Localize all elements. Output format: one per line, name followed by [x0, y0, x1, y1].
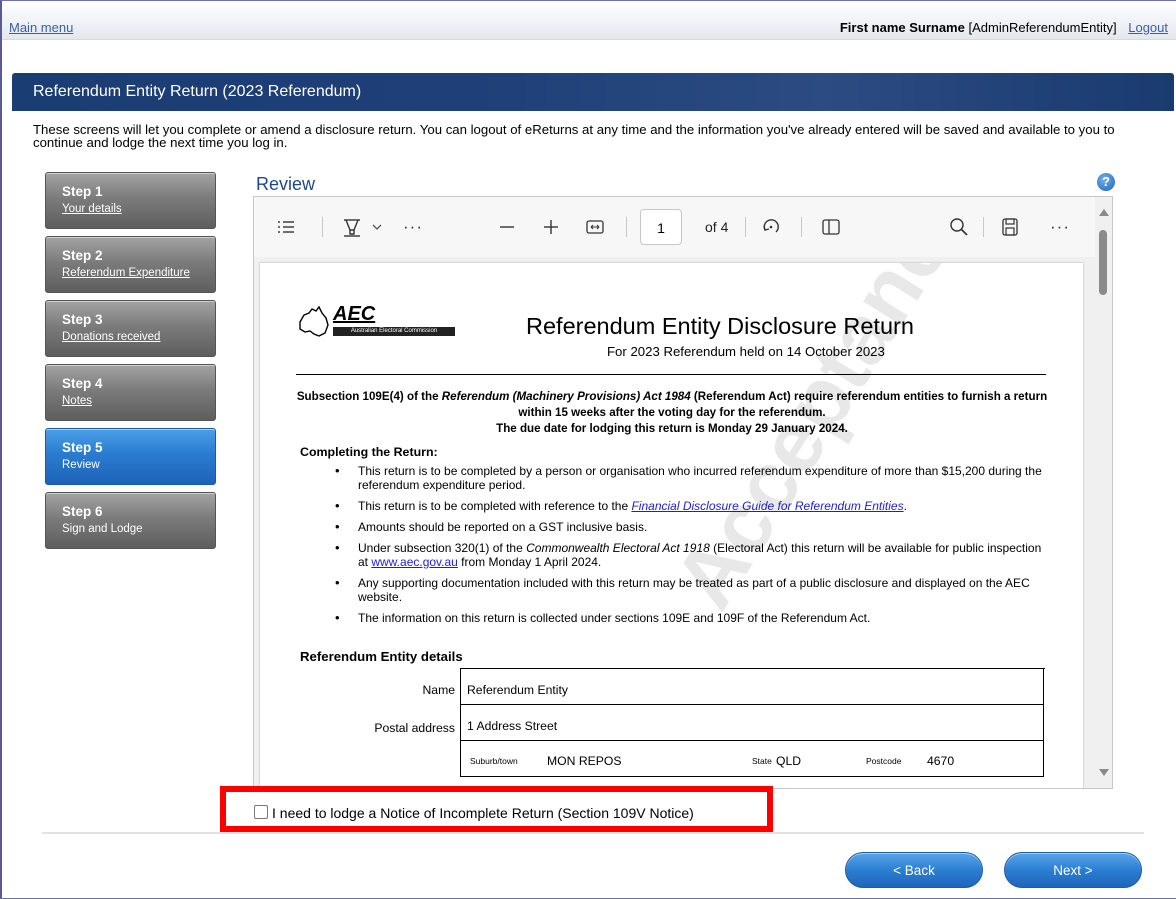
act-name: Referendum (Machinery Provisions) Act 19…: [441, 390, 691, 403]
pdf-page: AEC Australian Electoral Commission Refe…: [260, 263, 1083, 788]
more-icon[interactable]: ···: [402, 216, 424, 238]
main-menu-link[interactable]: Main menu: [9, 20, 73, 35]
toolbar-separator: [626, 217, 627, 237]
aec-website-link[interactable]: www.aec.gov.au: [371, 555, 458, 569]
page-number-input[interactable]: 1: [640, 209, 682, 245]
step-label: Review: [62, 459, 100, 471]
page-count: of 4: [705, 219, 729, 235]
step-title: Step 4: [62, 376, 103, 391]
toolbar-separator: [322, 217, 323, 237]
step-label[interactable]: Notes: [62, 395, 92, 407]
divider: [42, 832, 1144, 834]
fit-width-icon[interactable]: [585, 216, 605, 238]
divider: [296, 374, 1046, 375]
scroll-down-arrow[interactable]: [1099, 769, 1109, 776]
step-5-button[interactable]: Step 5 Review: [45, 428, 216, 485]
user-name: First name Surname: [839, 20, 965, 35]
step-title: Step 6: [62, 504, 103, 519]
viewer-scrollbar[interactable]: [1095, 197, 1112, 788]
save-icon[interactable]: [1000, 216, 1020, 238]
step-title: Step 3: [62, 312, 103, 327]
rotate-icon[interactable]: [760, 216, 782, 238]
step-title: Step 1: [62, 184, 103, 199]
name-label: Name: [422, 683, 455, 697]
toolbar-separator: [983, 217, 984, 237]
scroll-up-arrow[interactable]: [1099, 209, 1109, 216]
aec-logo: AEC Australian Electoral Commission: [297, 303, 467, 345]
step-2-button[interactable]: Step 2 Referendum Expenditure: [45, 236, 216, 293]
step-label[interactable]: Your details: [62, 203, 122, 215]
more-icon[interactable]: ···: [1049, 216, 1071, 238]
step-label: Sign and Lodge: [62, 523, 143, 535]
app-frame: Main menu First name Surname [AdminRefer…: [0, 0, 1176, 899]
step-title: Step 2: [62, 248, 103, 263]
list-item: The information on this return is collec…: [332, 611, 1044, 625]
user-role: [AdminReferendumEntity]: [968, 20, 1117, 35]
intro-text: These screens will let you complete or a…: [33, 122, 1115, 150]
zoom-out-icon[interactable]: [497, 216, 517, 238]
pdf-viewer[interactable]: ··· 1 of 4 ··· AEC Australian Electoral …: [253, 196, 1113, 789]
chevron-down-icon[interactable]: [370, 216, 384, 238]
page-view-icon[interactable]: [820, 216, 842, 238]
list-item-text: from Monday 1 April 2024.: [457, 555, 602, 569]
due-date-statement: The due date for lodging this return is …: [496, 422, 848, 435]
step-title: Step 5: [62, 440, 103, 455]
toolbar-separator: [745, 217, 746, 237]
list-item-text: This return is to be completed with refe…: [358, 499, 632, 513]
entity-details-heading: Referendum Entity details: [300, 649, 463, 664]
zoom-in-icon[interactable]: [541, 216, 561, 238]
state-value: QLD: [776, 754, 802, 768]
search-icon[interactable]: [948, 216, 970, 238]
back-button[interactable]: < Back: [845, 852, 983, 888]
draw-icon[interactable]: [341, 216, 363, 238]
postcode-label: Postcode: [866, 756, 902, 766]
pdf-toolbar: ··· 1 of 4 ···: [254, 197, 1096, 257]
step-4-button[interactable]: Step 4 Notes: [45, 364, 216, 421]
step-label[interactable]: Donations received: [62, 331, 160, 343]
aec-logo-bar: Australian Electoral Commission: [333, 327, 455, 336]
logout-link[interactable]: Logout: [1128, 20, 1168, 35]
list-item: This return is to be completed by a pers…: [332, 464, 1044, 492]
table-row: Referendum Entity: [460, 669, 1044, 705]
step-label[interactable]: Referendum Expenditure: [62, 267, 190, 279]
list-item-text: Under subsection 320(1) of the: [358, 541, 527, 555]
scroll-thumb[interactable]: [1099, 230, 1107, 295]
completing-heading: Completing the Return:: [300, 445, 438, 459]
postcode-value: 4670: [927, 754, 955, 768]
table-row: Suburb/town MON REPOS State QLD Postcode…: [460, 741, 1044, 777]
step-3-button[interactable]: Step 3 Donations received: [45, 300, 216, 357]
step-navigation: Step 1 Your details Step 2 Referendum Ex…: [45, 172, 216, 556]
suburb-label: Suburb/town: [470, 756, 518, 766]
entity-details-table: Referendum Entity 1 Address Street Subur…: [460, 668, 1045, 788]
contents-icon[interactable]: [276, 216, 296, 238]
next-button[interactable]: Next >: [1004, 852, 1142, 888]
aec-logo-text: AEC: [333, 303, 376, 325]
postal-address-value: 1 Address Street: [467, 719, 558, 733]
subsection-statement: Subsection 109E(4) of the Referendum (Ma…: [290, 389, 1054, 421]
highlight-box: [220, 786, 773, 832]
list-item: This return is to be completed with refe…: [332, 499, 1044, 513]
step-1-button[interactable]: Step 1 Your details: [45, 172, 216, 229]
state-label: State: [752, 756, 772, 766]
australia-map-icon: [299, 305, 329, 337]
toolbar-separator: [801, 217, 802, 237]
user-info: First name Surname [AdminReferendumEntit…: [840, 20, 1168, 35]
help-icon[interactable]: ?: [1097, 173, 1115, 191]
top-bar: Main menu First name Surname [AdminRefer…: [2, 1, 1176, 40]
suburb-value: MON REPOS: [547, 754, 622, 768]
postal-address-label: Postal address: [374, 721, 455, 735]
review-heading: Review: [256, 174, 316, 194]
name-value: Referendum Entity: [467, 683, 568, 697]
step-6-button[interactable]: Step 6 Sign and Lodge: [45, 492, 216, 549]
table-row: 1 Address Street: [460, 705, 1044, 741]
page-title-banner: Referendum Entity Return (2023 Referendu…: [12, 73, 1174, 111]
subsection-text: Subsection 109E(4) of the: [296, 390, 442, 403]
